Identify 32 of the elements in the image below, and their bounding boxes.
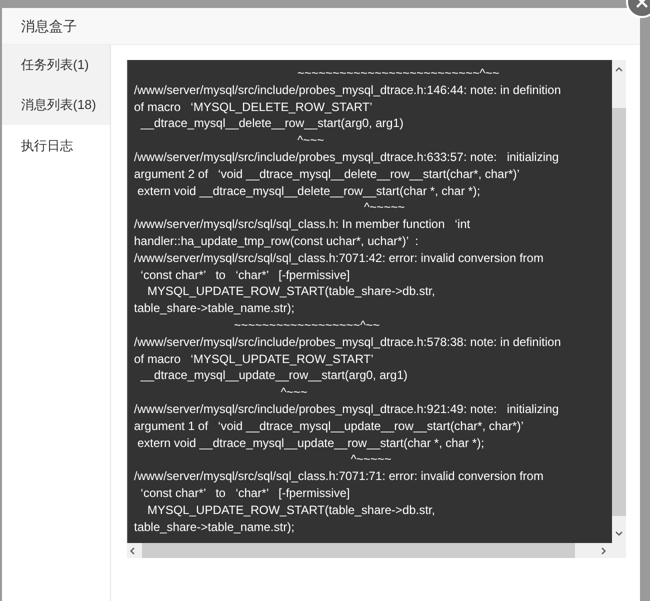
log-line: __dtrace_mysql__delete__row__start(arg0, arg1) bbox=[140, 115, 404, 132]
log-line: ~~~~~~~~~~~~~~~~~~~~~~~~~~^~~ bbox=[296, 65, 500, 82]
log-line: table_share->table_name.str); bbox=[134, 300, 294, 317]
log-line: argument 1 of ‘void __dtrace_mysql__update__row__start(char*, char*)’ bbox=[134, 418, 524, 435]
log-line: table_share->table_name.str); bbox=[134, 518, 294, 536]
log-line: ^~~~ bbox=[280, 384, 308, 401]
log-line: /www/server/mysql/src/include/probes_mysql_dtrace.h:921:49: note: initializing bbox=[134, 400, 559, 418]
log-line: __dtrace_mysql__update__row__start(arg0, arg1) bbox=[140, 367, 408, 384]
log-line: /www/server/mysql/src/sql/sql_class.h: In member function ‘int bbox=[134, 216, 470, 233]
log-line: ^~~~~~ bbox=[363, 199, 405, 216]
log-line: /www/server/mysql/src/sql/sql_class.h:7071:42: error: invalid conversion from bbox=[134, 250, 544, 267]
log-line: extern void __dtrace_mysql__delete__row__start(char *, char *); bbox=[136, 182, 480, 200]
log-line: of macro ‘MYSQL_DELETE_ROW_START’ bbox=[134, 98, 372, 116]
log-line: ~~~~~~~~~~~~~~~~~~^~~ bbox=[233, 316, 380, 334]
log-line: MYSQL_UPDATE_ROW_START(table_share->db.str, bbox=[146, 502, 436, 519]
log-line: argument 2 of ‘void __dtrace_mysql__delete__row__start(char*, char*)’ bbox=[134, 166, 520, 183]
log-line: /www/server/mysql/src/include/probes_mysql_dtrace.h:633:57: note: initializing bbox=[134, 148, 559, 166]
dialog-title: 消息盒子 bbox=[2, 8, 640, 45]
log-line: handler::ha_update_tmp_row(const uchar*, uchar*)’ : bbox=[134, 232, 418, 250]
log-line: ^~~~~~ bbox=[350, 451, 392, 468]
log-line: ‘const char*’ to ‘char*’ [-fpermissive] bbox=[140, 484, 350, 502]
sidebar-tab[interactable]: 消息列表(18) bbox=[2, 85, 110, 125]
log-line: of macro ‘MYSQL_UPDATE_ROW_START’ bbox=[134, 350, 374, 368]
log-line: /www/server/mysql/src/include/probes_mysql_dtrace.h:578:38: note: in definition bbox=[134, 334, 561, 351]
sidebar-tab[interactable]: 任务列表(1) bbox=[2, 45, 110, 85]
log-line: /www/server/mysql/src/sql/sql_class.h:7071:71: error: invalid conversion from bbox=[134, 468, 544, 485]
log-line: ‘const char*’ to ‘char*’ [-fpermissive] bbox=[140, 266, 350, 284]
scrollbar-thumb[interactable] bbox=[612, 108, 626, 516]
log-line: extern void __dtrace_mysql__update__row__start(char *, char *); bbox=[136, 434, 484, 452]
log-line: /www/server/mysql/src/include/probes_mysql_dtrace.h:146:44: note: in definition bbox=[134, 82, 561, 99]
log-line: MYSQL_UPDATE_ROW_START(table_share->db.str, bbox=[146, 283, 436, 300]
log-line: ^~~~ bbox=[296, 132, 324, 149]
